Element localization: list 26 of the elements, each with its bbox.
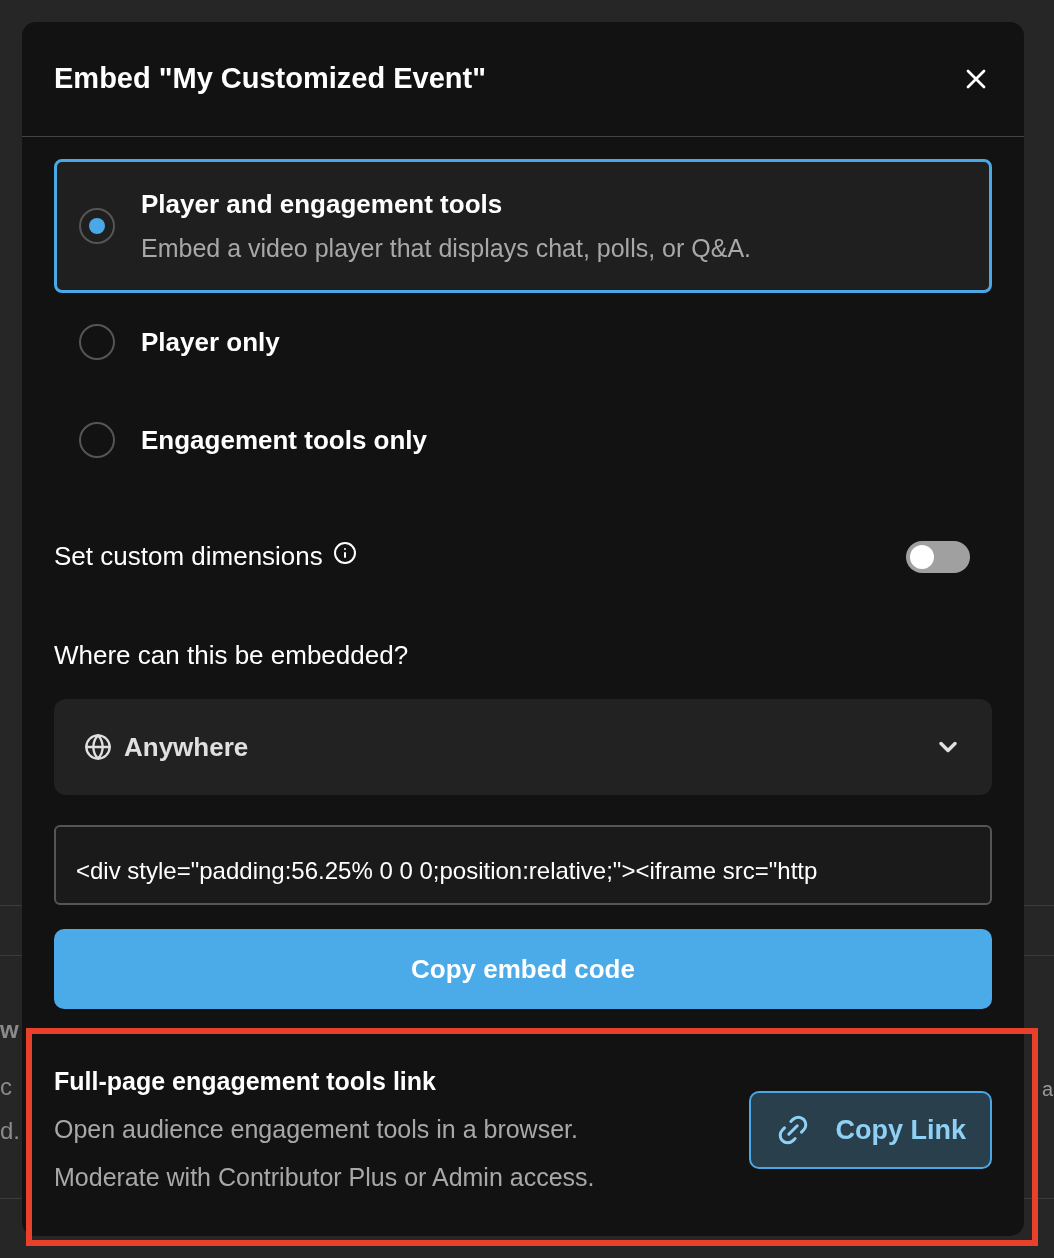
radio-button[interactable] [79,208,115,244]
radio-option[interactable]: Player only [54,293,992,391]
embed-code-field[interactable]: <div style="padding:56.25% 0 0 0;position:relative;"><iframe src="http [54,825,992,905]
link-section-text: Open audience engagement tools in a browser. [54,1113,579,1145]
option-label: Engagement tools only [141,423,428,457]
radio-option[interactable]: Engagement tools only [54,391,992,489]
globe-icon [84,733,112,761]
embed-location-label: Where can this be embedded? [54,639,410,672]
copy-link-button[interactable]: Copy Link [749,1090,992,1169]
radio-option[interactable]: Player and engagement tools Embed a video player that displays chat, polls, or Q&A. [54,159,992,293]
background-text: a [1041,1077,1053,1102]
radio-button[interactable] [79,422,115,458]
info-icon[interactable] [332,540,357,565]
background-text: c [0,1072,13,1102]
link-section-text: Moderate with Contributor Plus or Admin access. [54,1161,595,1193]
option-description: Embed a video player that displays chat, polls, or Q&A. [141,232,752,264]
radio-button[interactable] [79,324,115,360]
background-text: d. [0,1116,20,1146]
toggle-switch[interactable] [906,540,970,573]
option-label: Player and engagement tools [141,187,504,221]
custom-dimensions-label: Set custom dimensions [54,540,323,573]
option-label: Player only [141,325,280,359]
link-section-title: Full-page engagement tools link [54,1066,437,1097]
dialog-title: Embed "My Customized Event" [54,61,486,97]
location-dropdown[interactable]: Anywhere [54,699,992,795]
background-heading: w [0,1015,19,1045]
